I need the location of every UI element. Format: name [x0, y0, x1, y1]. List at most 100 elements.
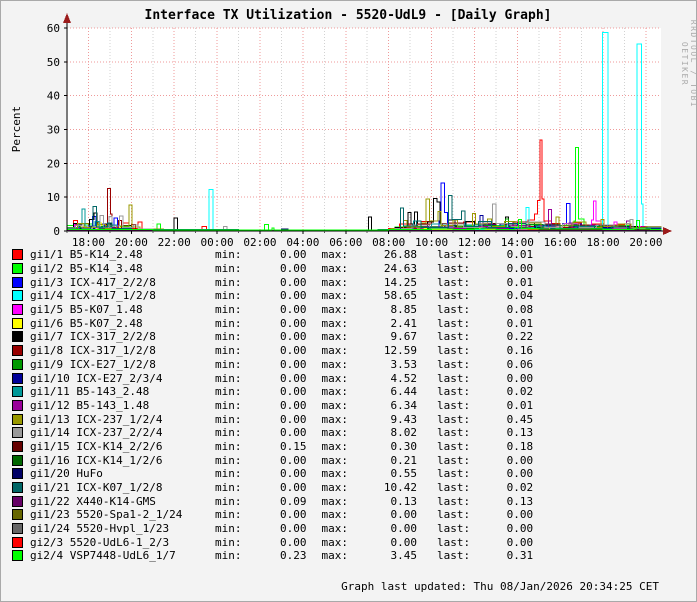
legend-max-label: max:: [321, 303, 349, 317]
legend-row: gi1/13 ICX-237_1/2/4 min: 0.00 max: 9.43…: [1, 412, 696, 426]
legend-color-swatch: [12, 427, 23, 439]
legend-last-value: 0.01: [506, 316, 534, 330]
legend-min-value: 0.00: [280, 303, 307, 317]
legend-max-label: max:: [321, 494, 349, 508]
legend-max-label: max:: [321, 398, 349, 412]
legend-row: gi1/16 ICX-K14_1/2/6 min: 0.00 max: 0.21…: [1, 453, 696, 467]
legend-max-value: 3.45: [390, 549, 418, 563]
legend-row: gi1/8 ICX-317_1/2/8 min: 0.00 max: 12.59…: [1, 344, 696, 358]
legend-max-label: max:: [321, 262, 349, 276]
legend-max-label: max:: [321, 385, 349, 399]
legend-max-label: max:: [321, 330, 349, 344]
legend-max-value: 9.67: [390, 330, 418, 344]
legend-last-value: 0.01: [506, 275, 534, 289]
legend-color-swatch: [12, 263, 23, 275]
legend-last-label: last:: [437, 248, 471, 262]
legend-max-label: max:: [321, 535, 349, 549]
legend-max-label: max:: [321, 467, 349, 481]
legend-last-label: last:: [437, 494, 471, 508]
legend-max-value: 0.13: [390, 494, 418, 508]
legend-min-value: 0.00: [280, 535, 307, 549]
legend-min-value: 0.23: [280, 549, 307, 563]
legend-last-value: 0.00: [506, 522, 534, 536]
legend-last-label: last:: [437, 522, 471, 536]
legend-color-swatch: [12, 290, 23, 302]
legend-interface-label: gi1/11 B5-143_2.48: [30, 385, 150, 399]
legend-color-swatch: [12, 509, 23, 521]
legend-color-swatch: [12, 495, 23, 507]
legend-last-value: 0.02: [506, 385, 534, 399]
legend-min-label: min:: [215, 316, 242, 330]
legend-color-swatch: [12, 304, 23, 316]
legend-min-label: min:: [215, 494, 242, 508]
legend-row: gi2/4 VSP7448-UdL6_1/7 min: 0.23 max: 3.…: [1, 549, 696, 563]
legend-max-value: 6.34: [390, 398, 418, 412]
legend-interface-label: gi1/15 ICX-K14_2/2/6: [30, 439, 163, 453]
legend-interface-label: gi1/16 ICX-K14_1/2/6: [30, 453, 163, 467]
legend-interface-label: gi2/3 5520-UdL6-1_2/3: [30, 535, 170, 549]
legend-row: gi1/21 ICX-K07_1/2/8 min: 0.00 max: 10.4…: [1, 481, 696, 495]
legend-last-value: 0.01: [506, 398, 534, 412]
legend-min-value: 0.00: [280, 481, 307, 495]
legend-max-value: 0.30: [390, 439, 418, 453]
legend-max-label: max:: [321, 412, 349, 426]
legend-min-label: min:: [215, 426, 242, 440]
legend-last-value: 0.22: [506, 330, 534, 344]
legend-min-value: 0.00: [280, 412, 307, 426]
legend-last-value: 0.04: [506, 289, 534, 303]
legend-last-value: 0.02: [506, 481, 534, 495]
legend-row: gi1/22 X440-K14-GMS min: 0.09 max: 0.13 …: [1, 494, 696, 508]
legend-row: gi1/11 B5-143_2.48 min: 0.00 max: 6.44 l…: [1, 385, 696, 399]
legend-max-label: max:: [321, 248, 349, 262]
legend-max-value: 0.21: [390, 453, 418, 467]
legend-max-label: max:: [321, 508, 349, 522]
legend-last-value: 0.00: [506, 371, 534, 385]
legend-interface-label: gi1/24 5520-Hvpl_1/23: [30, 522, 170, 536]
legend-color-swatch: [12, 276, 23, 288]
legend-row: gi1/2 B5-K14_3.48 min: 0.00 max: 24.63 l…: [1, 262, 696, 276]
legend-interface-label: gi1/1 B5-K14_2.48: [30, 248, 143, 262]
legend-color-swatch: [12, 317, 23, 329]
legend-min-label: min:: [215, 357, 242, 371]
legend-max-value: 0.55: [390, 467, 418, 481]
legend-max-value: 9.43: [390, 412, 418, 426]
legend-row: gi1/12 B5-143_1.48 min: 0.00 max: 6.34 l…: [1, 398, 696, 413]
y-axis-arrow-icon: [63, 13, 71, 23]
legend-color-swatch: [12, 440, 23, 452]
legend-min-value: 0.00: [280, 522, 307, 536]
legend-color-swatch: [12, 482, 23, 494]
legend-max-value: 58.65: [383, 289, 417, 303]
legend-last-label: last:: [437, 344, 471, 358]
legend-last-value: 0.31: [506, 549, 534, 563]
legend-row: gi1/4 ICX-417_1/2/8 min: 0.00 max: 58.65…: [1, 289, 696, 303]
legend-row: gi1/9 ICX-E27_1/2/8 min: 0.00 max: 3.53 …: [1, 357, 696, 372]
legend-max-value: 24.63: [383, 262, 417, 276]
legend-max-label: max:: [321, 289, 349, 303]
legend-color-swatch: [12, 523, 23, 535]
legend-last-value: 0.00: [506, 508, 534, 522]
legend-last-value: 0.45: [506, 412, 534, 426]
legend-min-value: 0.00: [280, 508, 307, 522]
legend: gi1/1 B5-K14_2.48 min: 0.00 max: 26.88 l…: [1, 248, 696, 563]
legend-last-label: last:: [437, 303, 471, 317]
legend-interface-label: gi1/9 ICX-E27_1/2/8: [30, 357, 156, 371]
legend-min-label: min:: [215, 481, 242, 495]
legend-last-label: last:: [437, 426, 471, 440]
legend-last-value: 0.16: [506, 344, 534, 358]
legend-last-value: 0.00: [506, 467, 534, 481]
legend-min-label: min:: [215, 248, 242, 262]
legend-max-label: max:: [321, 357, 349, 371]
legend-color-swatch: [12, 468, 23, 480]
legend-last-label: last:: [437, 385, 471, 399]
x-axis-arrow-icon: [663, 227, 672, 235]
legend-min-label: min:: [215, 371, 242, 385]
legend-max-label: max:: [321, 453, 349, 467]
legend-min-label: min:: [215, 330, 242, 344]
legend-last-label: last:: [437, 330, 471, 344]
legend-interface-label: gi1/5 B5-K07_1.48: [30, 303, 143, 317]
legend-last-label: last:: [437, 508, 471, 522]
legend-max-label: max:: [321, 316, 349, 330]
legend-last-value: 0.01: [506, 248, 534, 262]
legend-min-label: min:: [215, 522, 242, 536]
legend-row: gi2/3 5520-UdL6-1_2/3 min: 0.00 max: 0.0…: [1, 535, 696, 549]
